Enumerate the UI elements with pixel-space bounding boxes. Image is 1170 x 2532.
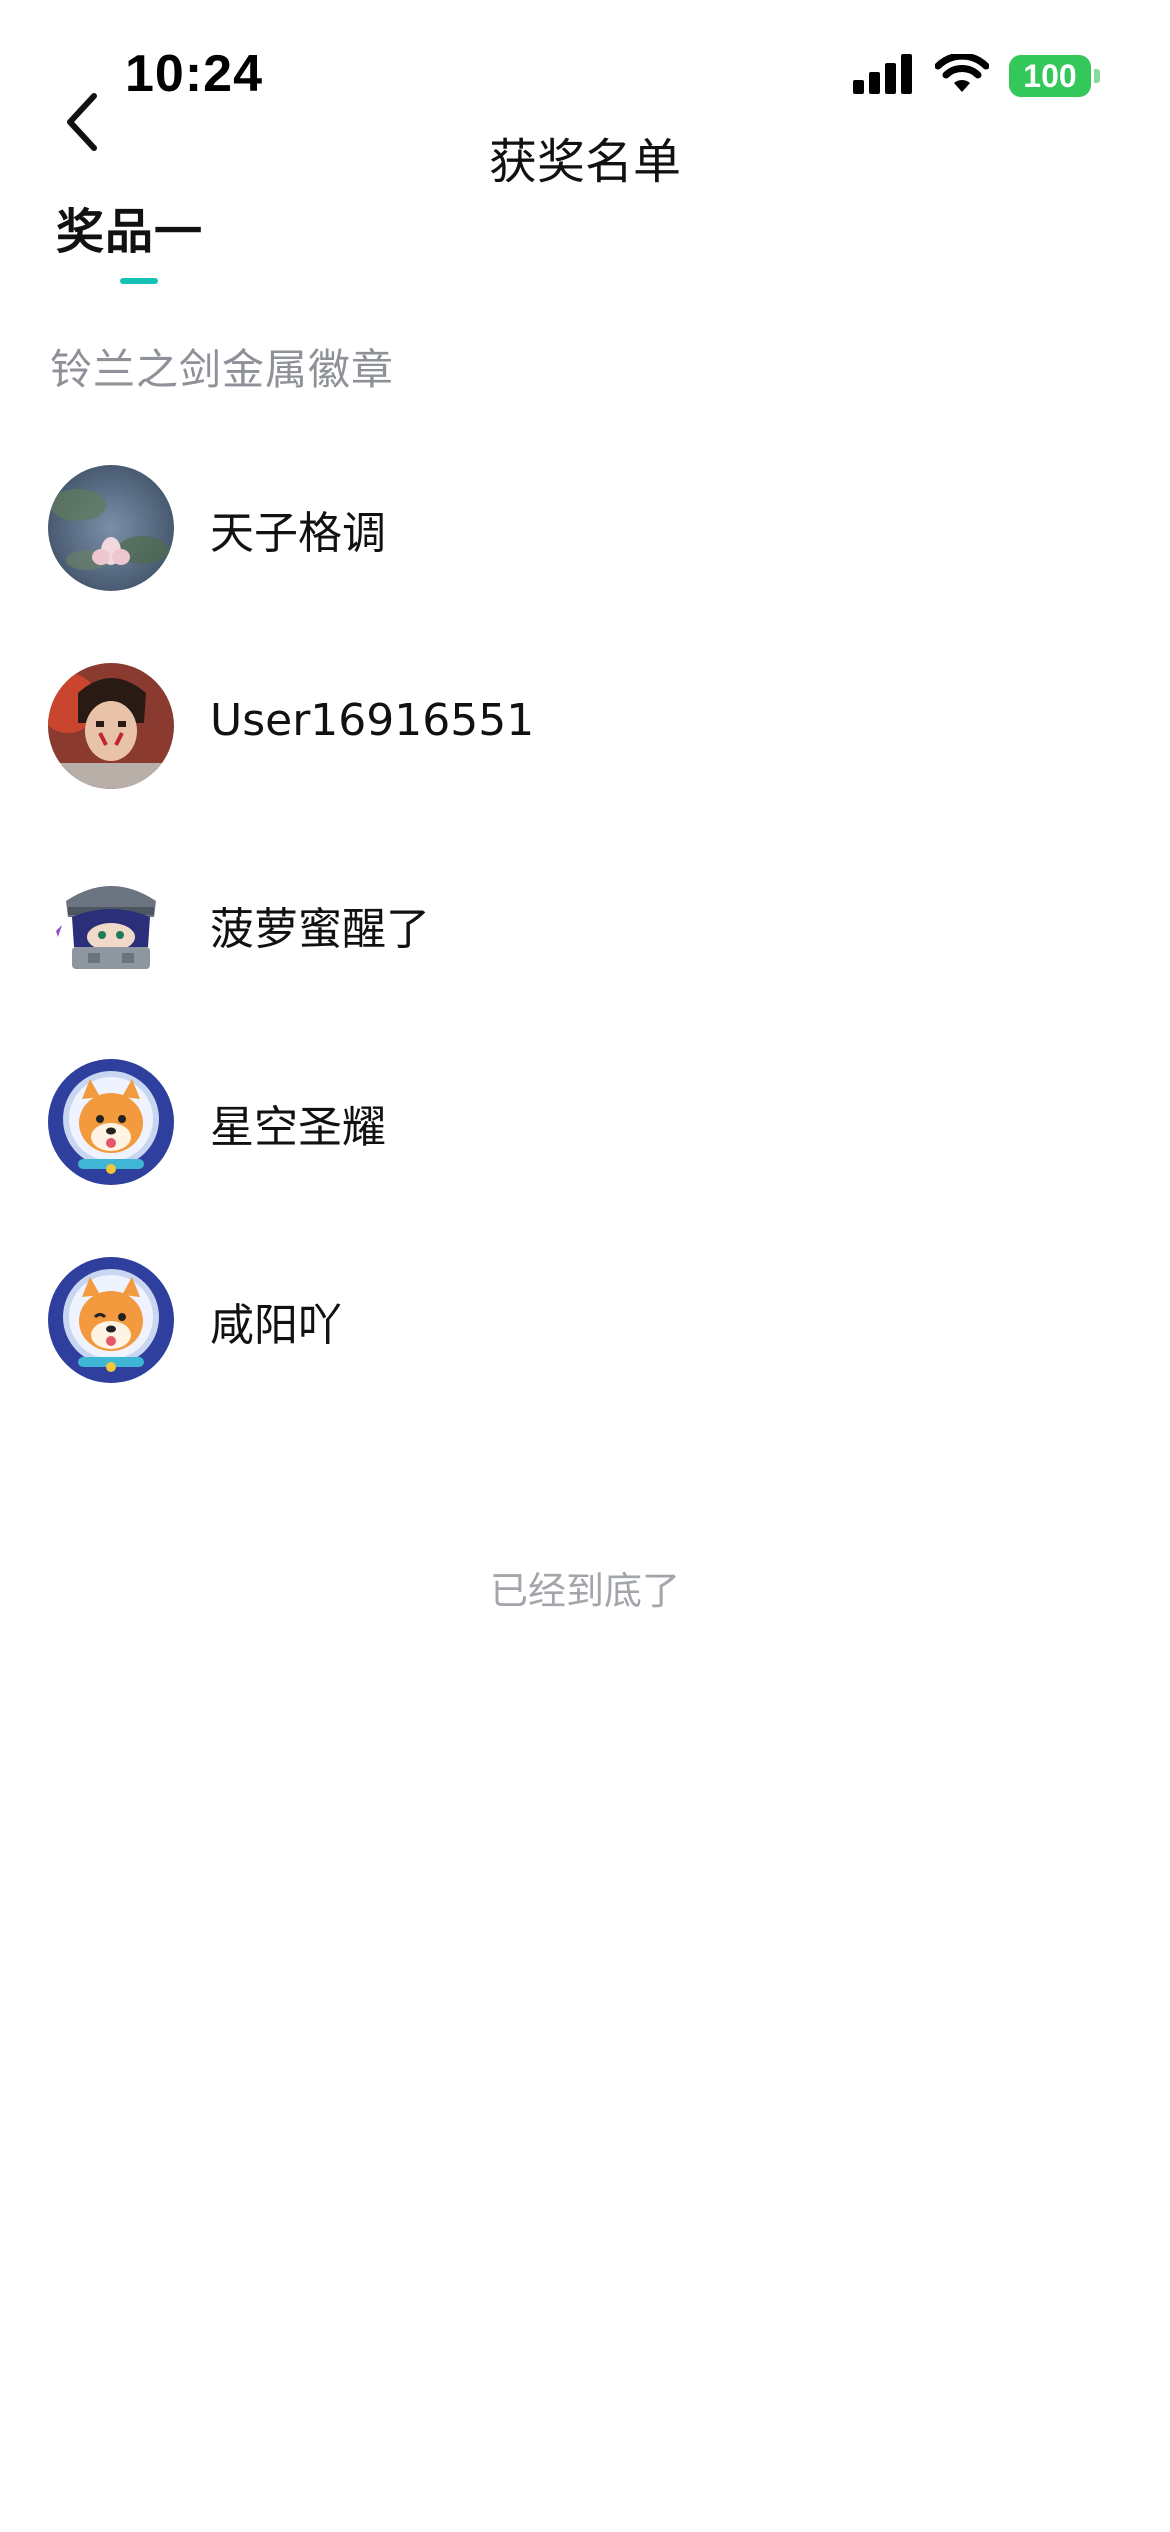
winner-name: User16916551 [210,695,535,746]
tab-prize-1[interactable]: 奖品一 [50,192,209,262]
winner-name: 菠萝蜜醒了 [210,904,430,955]
winner-row[interactable]: User16916551 [0,653,1170,851]
anime-warrior-avatar[interactable] [48,663,174,789]
battery-icon: 100 [1009,55,1100,97]
winner-row[interactable]: 菠萝蜜醒了 [0,851,1170,1049]
battery-cap [1094,69,1100,83]
status-icons: 100 [853,52,1100,98]
wifi-icon [934,52,990,98]
status-time: 10:24 [125,45,263,103]
nav-bar: 获奖名单 [0,110,1170,200]
winner-name: 咸阳吖 [210,1300,342,1351]
winner-row[interactable]: 星空圣耀 [0,1049,1170,1247]
lotus-avatar[interactable] [48,465,174,591]
tab-active-indicator [120,278,158,284]
winner-list: 天子格调 User16916551 菠萝蜜醒了 星空圣耀 咸阳吖 [0,455,1170,1445]
tab-label: 奖品一 [56,204,204,260]
chevron-left-icon [67,93,97,151]
prize-name: 铃兰之剑金属徽章 [50,345,395,394]
winner-name: 天子格调 [210,508,386,559]
shiba-astronaut-avatar[interactable] [48,1059,174,1185]
back-button[interactable] [52,82,112,162]
shiba-astronaut-avatar[interactable] [48,1257,174,1383]
winner-name: 星空圣耀 [210,1102,386,1153]
winner-row[interactable]: 天子格调 [0,455,1170,653]
cellular-signal-icon [853,54,915,98]
prize-tab-bar: 奖品一 [50,192,209,292]
winner-row[interactable]: 咸阳吖 [0,1247,1170,1445]
page-title: 获奖名单 [488,134,681,190]
chibi-character-avatar[interactable] [48,861,174,987]
battery-level: 100 [1009,55,1091,97]
end-of-list-text: 已经到底了 [489,1569,680,1613]
